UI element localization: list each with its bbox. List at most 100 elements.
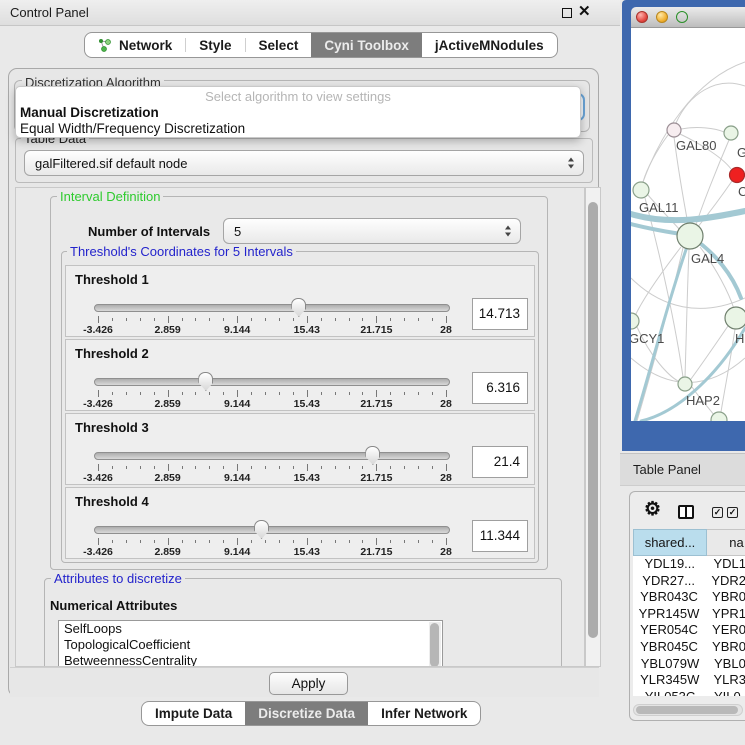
checkbox-icon[interactable]: ✓ [712, 507, 723, 518]
cell-name[interactable]: YBR0 [705, 639, 745, 656]
cell-name[interactable]: YBL0 [707, 656, 745, 673]
zoom-traffic-light[interactable] [676, 11, 688, 23]
network-node-node-top-right[interactable] [724, 126, 738, 140]
tick-mark [321, 540, 322, 543]
tick-mark [182, 466, 183, 469]
threshold-value-field[interactable]: 11.344 [472, 520, 528, 552]
cell-shared-name[interactable]: YLR345W [633, 672, 706, 689]
network-node-GAL4-node[interactable] [677, 223, 703, 249]
network-node-GAL11-node[interactable] [633, 182, 649, 198]
minimize-traffic-light[interactable] [656, 11, 668, 23]
list-scrollbar[interactable] [429, 622, 441, 667]
tick-mark [251, 318, 252, 321]
tick-mark [182, 392, 183, 395]
cell-shared-name[interactable]: YER054C [633, 622, 705, 639]
column-header-name[interactable]: na [707, 529, 745, 556]
tab-style[interactable]: Style [186, 33, 244, 57]
slider-thumb[interactable] [365, 446, 380, 465]
cell-shared-name[interactable]: YBR045C [633, 639, 705, 656]
table-data-combobox[interactable]: galFiltered.sif default node [24, 150, 584, 176]
scrollbar-thumb[interactable] [430, 623, 439, 667]
list-item[interactable]: BetweennessCentrality [59, 653, 442, 667]
numerical-attributes-list[interactable]: SelfLoopsTopologicalCoefficientBetweenne… [58, 620, 443, 667]
cell-name[interactable]: YER0 [705, 622, 745, 639]
table-row[interactable]: YPR145WYPR1 [633, 606, 745, 623]
table-body[interactable]: YDL19...YDL1YDR27...YDR2YBR043CYBR0YPR14… [633, 556, 745, 696]
horizontal-scrollbar[interactable] [633, 704, 743, 716]
slider-track[interactable] [94, 304, 450, 312]
tab-discretize-data[interactable]: Discretize Data [245, 702, 368, 725]
slider-track[interactable] [94, 378, 450, 386]
tab-cyni-toolbox[interactable]: Cyni Toolbox [311, 33, 422, 57]
slider-track[interactable] [94, 452, 450, 460]
network-canvas[interactable]: GAL80GAL11GAL4GCY1HAP2HGC [631, 28, 745, 421]
tick-mark [321, 318, 322, 321]
table-row[interactable]: YDL19...YDL1 [633, 556, 745, 573]
columns-icon[interactable] [678, 505, 694, 519]
tab-jactivemnodules[interactable]: jActiveMNodules [422, 33, 557, 57]
table-row[interactable]: YBL079WYBL0 [633, 656, 745, 673]
table-panel: ⚙ ✓ ✓ shared... na YDL19...YDL1YDR27...Y… [629, 491, 745, 721]
cell-shared-name[interactable]: YBR043C [633, 589, 705, 606]
slider-track[interactable] [94, 526, 450, 534]
network-node-node-right[interactable] [725, 307, 745, 329]
slider-thumb[interactable] [291, 298, 306, 317]
threshold-slider[interactable]: -3.4262.8599.14415.4321.71528 [94, 376, 450, 410]
apply-button[interactable]: Apply [269, 672, 348, 695]
network-window-titlebar[interactable] [631, 7, 745, 28]
table-row[interactable]: YDR27...YDR2 [633, 573, 745, 590]
checkbox-icon[interactable]: ✓ [727, 507, 738, 518]
threshold-value-field[interactable]: 21.4 [472, 446, 528, 478]
network-node-red-node[interactable] [730, 168, 745, 183]
table-row[interactable]: YLR345WYLR3 [633, 672, 745, 689]
threshold-value-field[interactable]: 6.316 [472, 372, 528, 404]
cell-name[interactable]: YPR1 [705, 606, 745, 623]
table-row[interactable]: YBR045CYBR0 [633, 639, 745, 656]
cell-name[interactable]: YDR2 [704, 573, 745, 590]
list-item[interactable]: SelfLoops [59, 621, 442, 637]
slider-thumb[interactable] [254, 520, 269, 539]
cell-shared-name[interactable]: YPR145W [633, 606, 705, 623]
thresholds-group: Threshold's Coordinates for 5 Intervals … [61, 251, 539, 563]
threshold-slider[interactable]: -3.4262.8599.14415.4321.71528 [94, 524, 450, 558]
column-header-shared[interactable]: shared... [633, 529, 707, 556]
dropdown-option-manual[interactable]: Manual Discretization [16, 105, 580, 121]
gear-icon[interactable]: ⚙ [644, 498, 661, 521]
network-node-GAL80-node[interactable] [667, 123, 681, 137]
num-intervals-combobox[interactable]: 5 [223, 218, 521, 244]
tab-select[interactable]: Select [246, 33, 312, 57]
cell-shared-name[interactable]: YIL053C [633, 689, 707, 696]
tab-infer-network[interactable]: Infer Network [368, 702, 480, 725]
tab-network[interactable]: Network [85, 33, 185, 57]
scrollbar-thumb[interactable] [636, 706, 738, 714]
table-row[interactable]: YER054CYER0 [633, 622, 745, 639]
cell-name[interactable]: YIL0 [707, 689, 741, 696]
scrollbar-thumb[interactable] [588, 202, 598, 638]
cell-name[interactable]: YLR3 [706, 672, 745, 689]
threshold-slider[interactable]: -3.4262.8599.14415.4321.71528 [94, 302, 450, 336]
list-item[interactable]: TopologicalCoefficient [59, 637, 442, 653]
tick-label: 28 [440, 398, 452, 410]
cell-shared-name[interactable]: YDR27... [633, 573, 704, 590]
dropdown-option-equal-width[interactable]: Equal Width/Frequency Discretization [16, 121, 580, 137]
tab-impute-data[interactable]: Impute Data [142, 702, 245, 725]
tick-label: 15.43 [294, 472, 320, 484]
slider-thumb[interactable] [198, 372, 213, 391]
cell-name[interactable]: YDL1 [706, 556, 745, 573]
network-node-HAP2-node[interactable] [678, 377, 692, 391]
tick-mark [293, 318, 294, 321]
cell-name[interactable]: YBR0 [705, 589, 745, 606]
tick-mark [404, 540, 405, 543]
close-icon[interactable]: ✕ [578, 3, 591, 21]
table-row[interactable]: YIL053CYIL0 [633, 689, 745, 696]
cell-shared-name[interactable]: YDL19... [633, 556, 706, 573]
table-row[interactable]: YBR043CYBR0 [633, 589, 745, 606]
cell-shared-name[interactable]: YBL079W [633, 656, 707, 673]
close-traffic-light[interactable] [636, 11, 648, 23]
threshold-slider[interactable]: -3.4262.8599.14415.4321.71528 [94, 450, 450, 484]
float-window-icon[interactable] [562, 8, 572, 18]
vertical-scrollbar[interactable] [585, 187, 601, 667]
threshold-value-field[interactable]: 14.713 [472, 298, 528, 330]
tick-mark [321, 466, 322, 469]
network-node-GCY1-node[interactable] [631, 313, 639, 329]
